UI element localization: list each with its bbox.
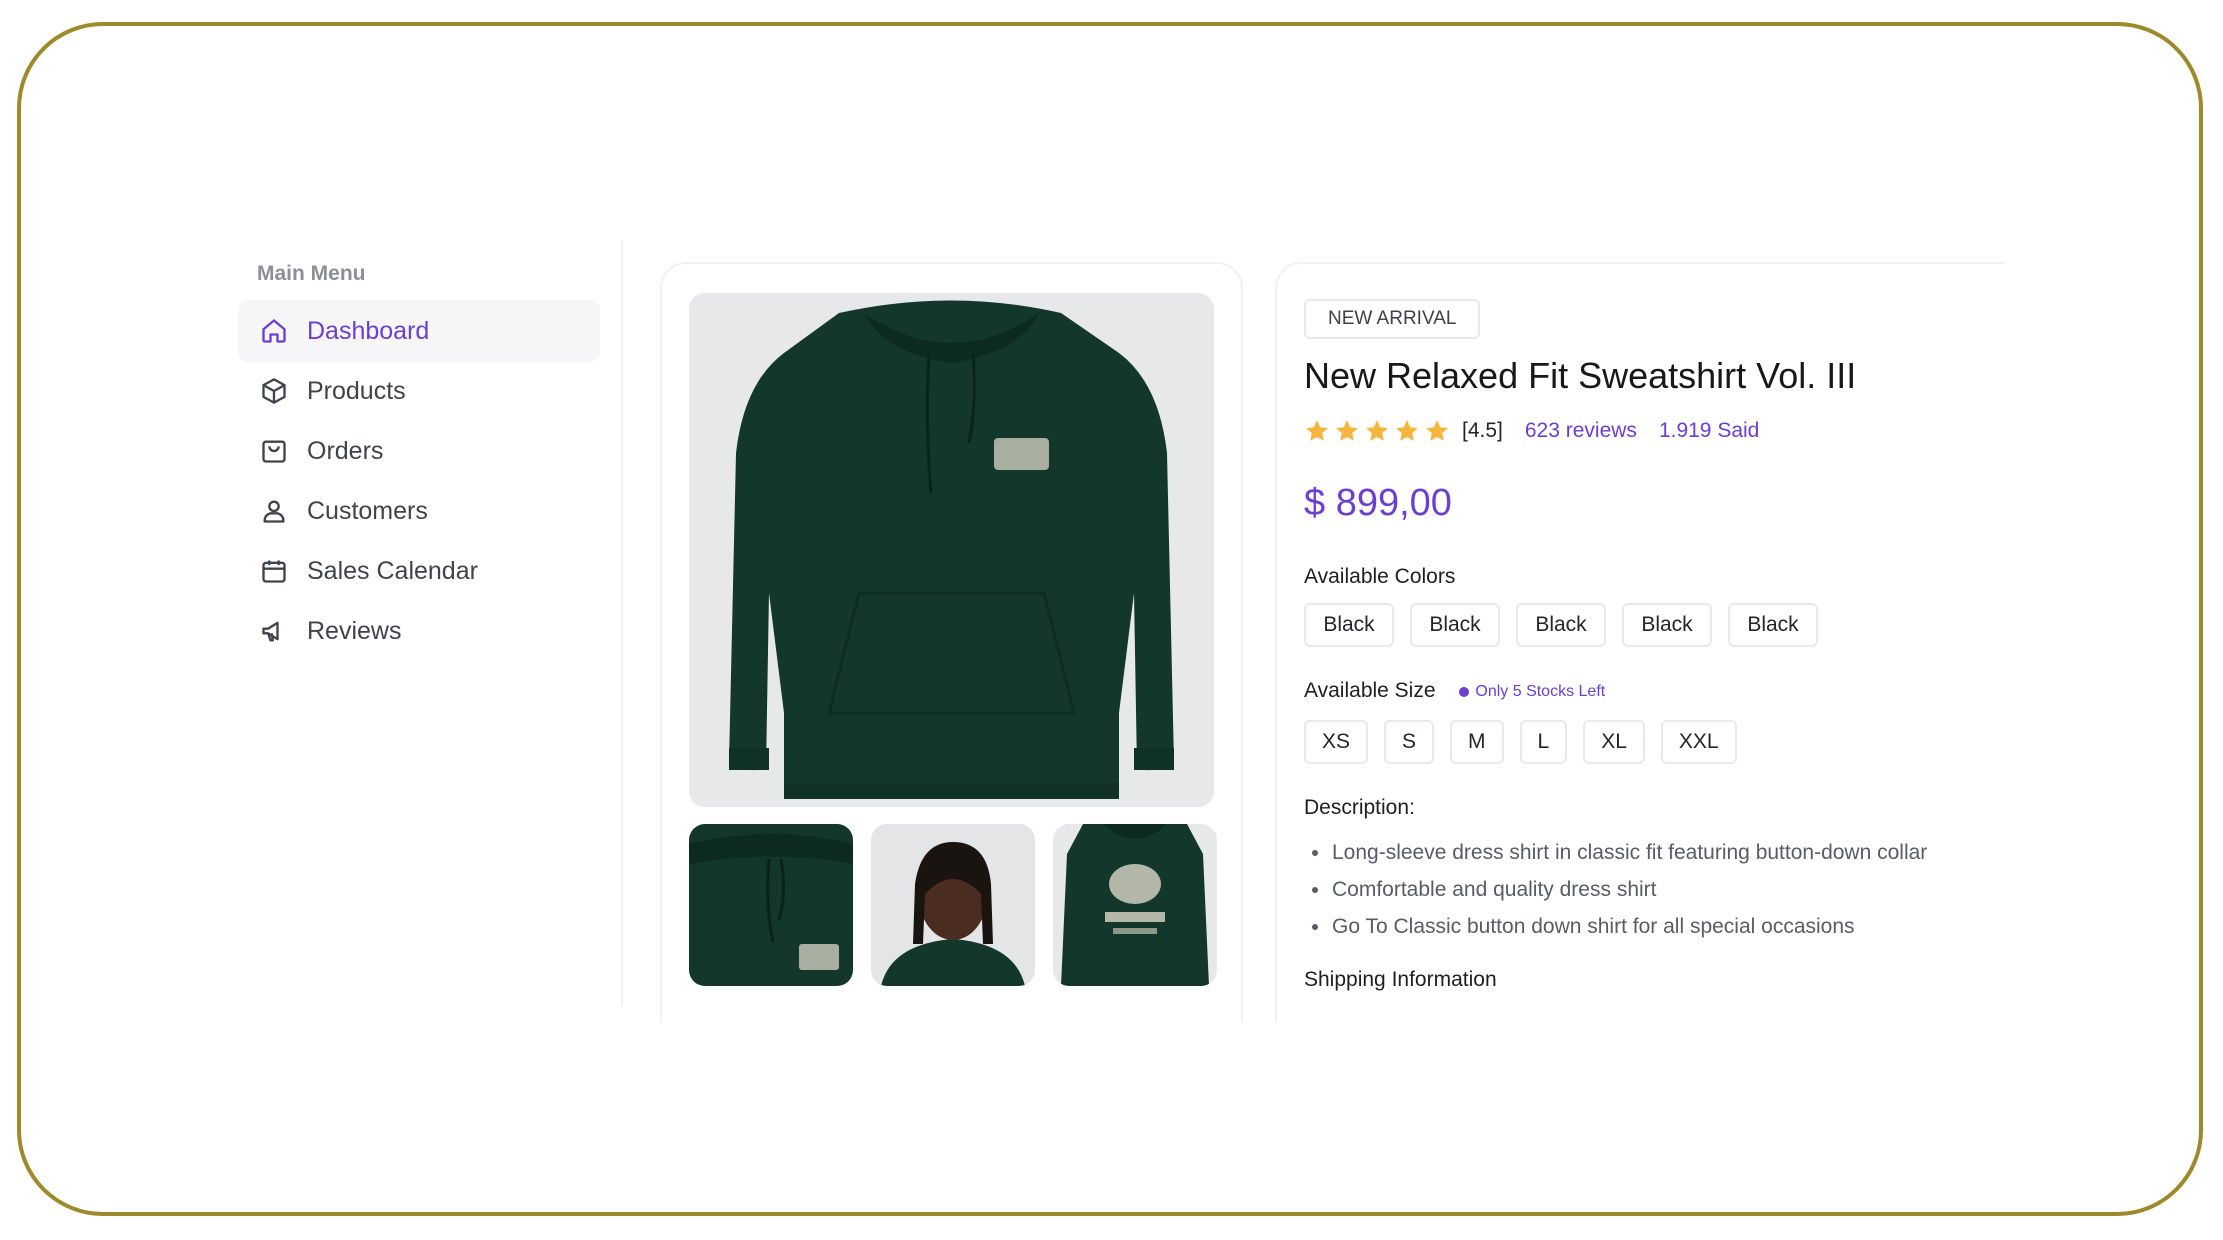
sidebar-item-label: Orders: [307, 436, 384, 465]
product-main-image[interactable]: [689, 293, 1214, 807]
main-menu-heading: Main Menu: [257, 262, 366, 285]
thumbnail-1[interactable]: [689, 824, 853, 986]
bullet-icon: [1312, 849, 1318, 856]
star-icon: [1366, 420, 1388, 441]
color-option[interactable]: Black: [1410, 603, 1500, 647]
color-option[interactable]: Black: [1516, 603, 1606, 647]
description-label: Description:: [1304, 796, 1415, 819]
rating-stars: [1304, 418, 1454, 444]
thumbnail-3[interactable]: [1053, 824, 1217, 986]
rating-value: [4.5]: [1462, 419, 1503, 442]
megaphone-icon: [258, 615, 290, 647]
stock-dot-icon: [1459, 687, 1470, 697]
product-title: New Relaxed Fit Sweatshirt Vol. III: [1304, 355, 1857, 396]
star-icon: [1306, 420, 1328, 441]
sidebar-item-label: Customers: [307, 496, 428, 525]
size-option[interactable]: XL: [1583, 720, 1645, 764]
shopping-bag-icon: [258, 435, 290, 467]
description-item: Comfortable and quality dress shirt: [1312, 871, 1927, 908]
description-item: Long-sleeve dress shirt in classic fit f…: [1312, 834, 1927, 871]
size-option[interactable]: L: [1519, 720, 1568, 764]
sidebar-item-label: Products: [307, 376, 406, 405]
size-option[interactable]: S: [1384, 720, 1435, 764]
product-price: $ 899,00: [1304, 482, 1452, 524]
stock-note: Only 5 Stocks Left: [1459, 683, 1605, 701]
size-options: XS S M L XL XXL: [1304, 720, 1753, 764]
calendar-icon: [258, 555, 290, 587]
sidebar-item-label: Sales Calendar: [307, 556, 478, 585]
star-icon: [1396, 420, 1418, 441]
sidebar-item-dashboard[interactable]: Dashboard: [238, 300, 600, 362]
sidebar-item-sales-calendar[interactable]: Sales Calendar: [238, 540, 600, 602]
stock-note-text: Only 5 Stocks Left: [1475, 683, 1606, 700]
size-option[interactable]: XXL: [1660, 720, 1737, 764]
user-icon: [258, 495, 290, 527]
sidebar-item-orders[interactable]: Orders: [238, 420, 600, 482]
size-option[interactable]: M: [1450, 720, 1504, 764]
available-size-row: Available Size Only 5 Stocks Left: [1304, 679, 1605, 703]
description-list: Long-sleeve dress shirt in classic fit f…: [1312, 834, 1927, 945]
bullet-icon: [1312, 886, 1318, 893]
available-size-label: Available Size: [1304, 679, 1436, 702]
rating-row: [4.5] 623 reviews 1.919 Said: [1304, 418, 1759, 444]
sidebar-divider: [621, 240, 623, 1006]
home-icon: [258, 315, 290, 347]
color-option[interactable]: Black: [1728, 603, 1818, 647]
size-option[interactable]: XS: [1304, 720, 1369, 764]
star-icon: [1336, 420, 1358, 441]
sidebar-item-products[interactable]: Products: [238, 360, 600, 422]
box-icon: [258, 375, 290, 407]
sold-count-link[interactable]: 1.919 Said: [1659, 419, 1759, 443]
color-option[interactable]: Black: [1304, 603, 1394, 647]
shipping-information-label: Shipping Information: [1304, 968, 1497, 991]
reviews-link[interactable]: 623 reviews: [1525, 419, 1637, 443]
sidebar-item-label: Reviews: [307, 616, 402, 645]
color-options: Black Black Black Black Black: [1304, 603, 1834, 647]
color-option[interactable]: Black: [1622, 603, 1712, 647]
sidebar-item-customers[interactable]: Customers: [238, 480, 600, 542]
bullet-icon: [1312, 923, 1318, 930]
sidebar-item-reviews[interactable]: Reviews: [238, 600, 600, 662]
sidebar-item-label: Dashboard: [307, 316, 430, 345]
star-icon: [1426, 420, 1448, 441]
new-arrival-badge: NEW ARRIVAL: [1304, 299, 1481, 339]
thumbnail-2[interactable]: [871, 824, 1035, 986]
available-colors-label: Available Colors: [1304, 565, 1456, 588]
description-item: Go To Classic button down shirt for all …: [1312, 908, 1927, 945]
